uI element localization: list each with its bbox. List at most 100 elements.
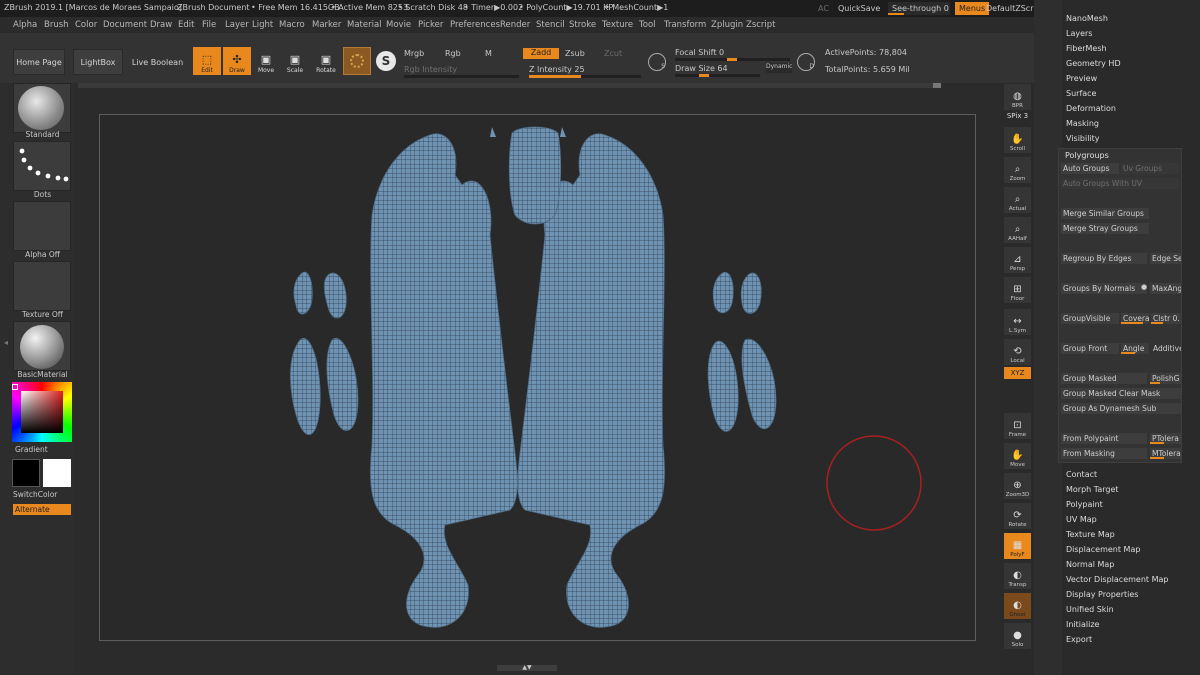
draw-size-slider[interactable]: [675, 74, 760, 77]
menu-zplugin[interactable]: Zplugin: [711, 20, 743, 30]
bpr-button[interactable]: ◍ BPR: [1004, 84, 1031, 110]
tray-display-properties[interactable]: Display Properties: [1066, 590, 1138, 599]
coverage-slider[interactable]: Coverag: [1121, 313, 1149, 324]
max-angle-slider[interactable]: MaxAng: [1150, 283, 1181, 294]
group-masked-button[interactable]: Group Masked: [1061, 373, 1147, 384]
top-scrollbar-thumb[interactable]: [933, 83, 941, 88]
floor-button[interactable]: ⊞ Floor: [1004, 277, 1031, 303]
zsub-button[interactable]: Zsub: [565, 49, 585, 58]
tray-preview[interactable]: Preview: [1066, 74, 1097, 83]
texture-thumbnail[interactable]: [13, 261, 71, 311]
tray-initialize[interactable]: Initialize: [1066, 620, 1099, 629]
tray-displacement-map[interactable]: Displacement Map: [1066, 545, 1140, 554]
rotate-button[interactable]: ⟳ Rotate: [1004, 503, 1031, 529]
tray-polypaint[interactable]: Polypaint: [1066, 500, 1103, 509]
move-mode-button[interactable]: ▣ Move: [252, 47, 280, 75]
menu-stencil[interactable]: Stencil: [536, 20, 565, 30]
local-button[interactable]: ⟲ Local: [1004, 339, 1031, 365]
menu-file[interactable]: File: [202, 20, 216, 30]
regroup-by-edges-button[interactable]: Regroup By Edges: [1061, 253, 1147, 264]
material-thumbnail[interactable]: [13, 321, 71, 371]
menu-alpha[interactable]: Alpha: [13, 20, 37, 30]
z-intensity-slider[interactable]: [529, 75, 641, 78]
menu-material[interactable]: Material: [347, 20, 382, 30]
dynamic-draw-size-icon[interactable]: D: [797, 53, 815, 71]
menu-texture[interactable]: Texture: [602, 20, 633, 30]
dynamic-toggle[interactable]: Dynamic: [766, 63, 792, 73]
menu-stroke[interactable]: Stroke: [569, 20, 596, 30]
zcut-button[interactable]: Zcut: [604, 49, 622, 58]
tray-unified-skin[interactable]: Unified Skin: [1066, 605, 1114, 614]
frame-button[interactable]: ⊡ Frame: [1004, 413, 1031, 439]
m-button[interactable]: M: [485, 49, 492, 58]
draw-mode-button[interactable]: ✣ Draw: [223, 47, 251, 75]
persp-button[interactable]: ⊿ Persp: [1004, 247, 1031, 273]
alternate-button[interactable]: Alternate: [13, 504, 71, 515]
tray-visibility[interactable]: Visibility: [1066, 134, 1100, 143]
quicksave-button[interactable]: QuickSave: [834, 2, 884, 15]
cluster-slider[interactable]: Clstr 0.: [1151, 313, 1181, 324]
from-masking-button[interactable]: From Masking: [1061, 448, 1147, 459]
groups-by-normals-button[interactable]: Groups By Normals: [1061, 283, 1147, 294]
tray-nanomesh[interactable]: NanoMesh: [1066, 14, 1108, 23]
alpha-thumbnail[interactable]: [13, 201, 71, 251]
menu-render[interactable]: Render: [500, 20, 530, 30]
group-front-button[interactable]: Group Front: [1061, 343, 1119, 354]
spix-slider[interactable]: SPix 3: [1004, 112, 1031, 122]
scale-mode-button[interactable]: ▣ Scale: [281, 47, 309, 75]
from-polypaint-button[interactable]: From Polypaint: [1061, 433, 1147, 444]
secondary-color-swatch[interactable]: [43, 459, 71, 487]
menu-brush[interactable]: Brush: [44, 20, 69, 30]
scroll-button[interactable]: ✋ Scroll: [1004, 127, 1031, 153]
viewport-canvas[interactable]: [99, 114, 976, 641]
material-swatch[interactable]: [343, 47, 371, 75]
menu-preferences[interactable]: Preferences: [450, 20, 500, 30]
ac-toggle[interactable]: AC: [814, 2, 833, 15]
menu-document[interactable]: Document: [103, 20, 147, 30]
menu-movie[interactable]: Movie: [386, 20, 411, 30]
edge-sensitivity-slider[interactable]: Edge Se: [1150, 253, 1181, 264]
mrgb-button[interactable]: Mrgb: [404, 49, 424, 58]
tray-deformation[interactable]: Deformation: [1066, 104, 1116, 113]
tray-texture-map[interactable]: Texture Map: [1066, 530, 1115, 539]
switchcolor-button[interactable]: SwitchColor: [13, 490, 57, 499]
zadd-button[interactable]: Zadd: [523, 48, 559, 59]
menu-picker[interactable]: Picker: [418, 20, 443, 30]
spotlight-icon[interactable]: S: [376, 51, 396, 71]
tray-export[interactable]: Export: [1066, 635, 1092, 644]
menu-light[interactable]: Light: [252, 20, 273, 30]
menu-draw[interactable]: Draw: [150, 20, 172, 30]
menu-macro[interactable]: Macro: [279, 20, 305, 30]
edit-mode-button[interactable]: ⬚ Edit: [193, 47, 221, 75]
menu-edit[interactable]: Edit: [178, 20, 194, 30]
angle-slider[interactable]: Angle: [1121, 343, 1149, 354]
polishg-slider[interactable]: PolishG: [1150, 373, 1181, 384]
main-color-swatch[interactable]: [12, 459, 40, 487]
tray-uv-map[interactable]: UV Map: [1066, 515, 1097, 524]
menu-transform[interactable]: Transform: [664, 20, 706, 30]
live-boolean-button[interactable]: Live Boolean: [130, 49, 185, 75]
lsym-button[interactable]: ↔ L.Sym: [1004, 309, 1031, 335]
auto-groups-uv-button[interactable]: Auto Groups With UV: [1061, 178, 1179, 189]
tray-layers[interactable]: Layers: [1066, 29, 1092, 38]
tray-normal-map[interactable]: Normal Map: [1066, 560, 1114, 569]
rotate-mode-button[interactable]: ▣ Rotate: [312, 47, 340, 75]
ptolerance-slider[interactable]: PTolera: [1150, 433, 1181, 444]
lightbox-button[interactable]: LightBox: [73, 49, 123, 75]
merge-similar-groups-button[interactable]: Merge Similar Groups: [1061, 208, 1149, 219]
stroke-thumbnail[interactable]: [13, 141, 71, 191]
home-page-button[interactable]: Home Page: [13, 49, 65, 75]
group-as-dynamesh-sub-button[interactable]: Group As Dynamesh Sub: [1061, 403, 1181, 414]
see-through-slider[interactable]: See-through 0: [888, 2, 950, 15]
sculptris-icon[interactable]: S: [648, 53, 666, 71]
top-scrollbar[interactable]: [78, 83, 941, 88]
tray-masking[interactable]: Masking: [1066, 119, 1099, 128]
menu-marker[interactable]: Marker: [312, 20, 341, 30]
xyz-button[interactable]: XYZ: [1004, 367, 1031, 379]
color-picker[interactable]: [12, 382, 72, 442]
actual-button[interactable]: ⌕ Actual: [1004, 187, 1031, 213]
rgb-button[interactable]: Rgb: [445, 49, 461, 58]
menu-color[interactable]: Color: [75, 20, 97, 30]
groupvisible-button[interactable]: GroupVisible: [1061, 313, 1119, 324]
tray-contact[interactable]: Contact: [1066, 470, 1097, 479]
